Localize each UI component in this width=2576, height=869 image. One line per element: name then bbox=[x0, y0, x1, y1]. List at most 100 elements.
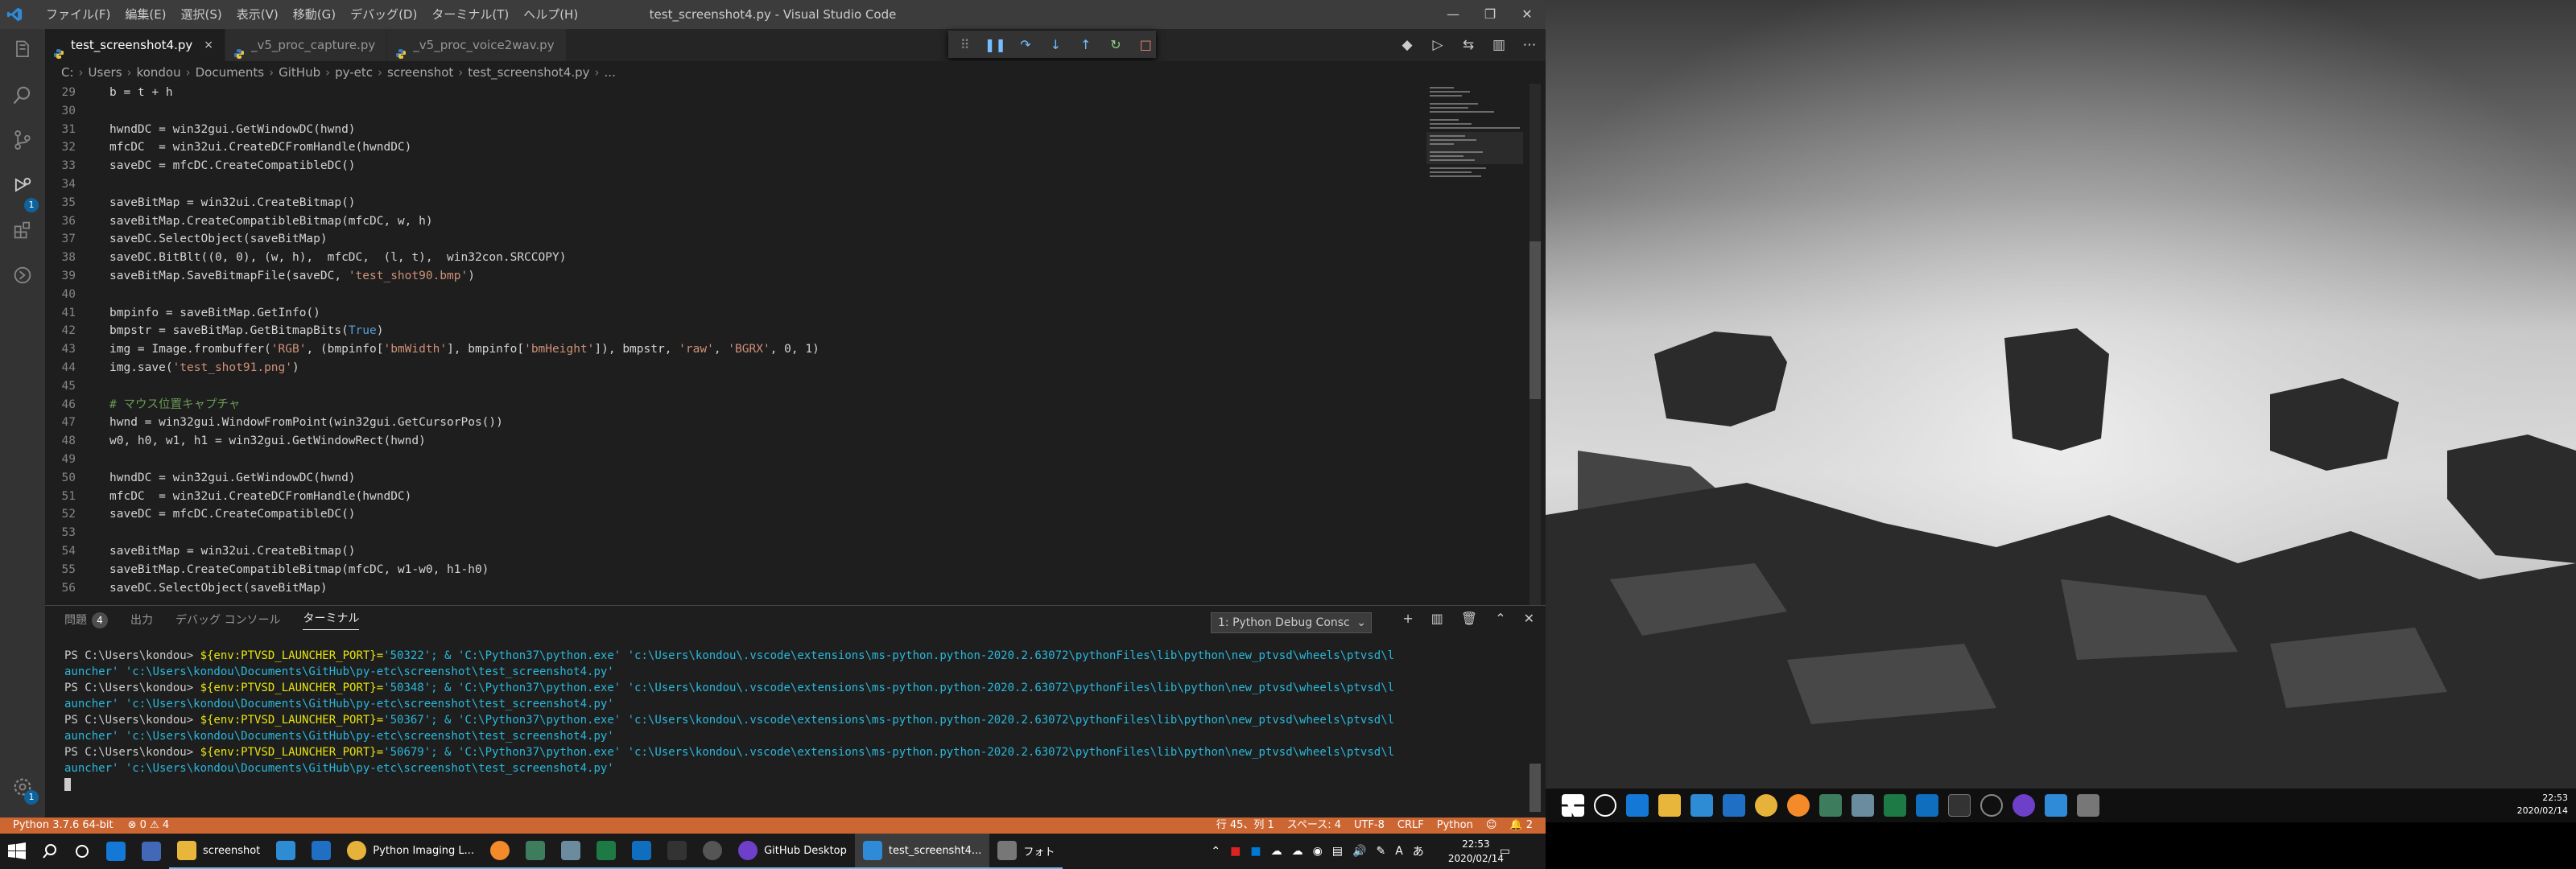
tab-debug-console[interactable]: デバッグ コンソール bbox=[175, 612, 280, 628]
stop-icon[interactable]: □ bbox=[1136, 34, 1156, 55]
cloud-icon[interactable]: ☁ bbox=[1292, 845, 1303, 858]
breadcrumb-item[interactable]: screenshot bbox=[387, 61, 453, 84]
start-button[interactable] bbox=[0, 834, 34, 869]
firefox-icon[interactable] bbox=[1787, 794, 1810, 817]
restart-icon[interactable]: ↻ bbox=[1105, 34, 1125, 55]
extensions-icon[interactable] bbox=[11, 219, 34, 241]
taskbar-clock[interactable]: 22:53 2020/02/14 bbox=[1448, 837, 1504, 866]
taskbar-app-terminal[interactable] bbox=[659, 834, 696, 869]
maximize-panel-icon[interactable]: ⌃ bbox=[1495, 611, 1505, 626]
tray-icon-2[interactable]: ■ bbox=[1250, 845, 1261, 858]
run-icon[interactable]: ▷ bbox=[1430, 37, 1446, 53]
bird-icon[interactable] bbox=[1852, 794, 1874, 817]
close-button[interactable]: ✕ bbox=[1509, 0, 1546, 29]
taskbar-app-edge-beta[interactable] bbox=[303, 834, 340, 869]
breadcrumb-item[interactable]: py-etc bbox=[335, 61, 373, 84]
feedback-icon[interactable]: ☺ bbox=[1486, 818, 1497, 834]
breadcrumb-item[interactable]: ... bbox=[605, 61, 616, 84]
drag-handle-icon[interactable]: ⠿ bbox=[955, 34, 975, 55]
taskbar-app-vscode[interactable]: test_screensht4... bbox=[854, 834, 990, 869]
menu-item-5[interactable]: デバッグ(D) bbox=[343, 0, 424, 29]
problems-indicator[interactable]: ⊗ 0 ⚠ 4 bbox=[128, 818, 170, 834]
puzzle-icon[interactable] bbox=[1819, 794, 1842, 817]
step-over-icon[interactable]: ↷ bbox=[1015, 34, 1035, 55]
tab-terminal[interactable]: ターミナル bbox=[303, 610, 360, 630]
step-out-icon[interactable]: ↑ bbox=[1075, 34, 1096, 55]
editor-scrollbar[interactable] bbox=[1530, 84, 1541, 605]
tab-file-0[interactable]: test_screenshot4.py × bbox=[45, 29, 225, 61]
open-changes-icon[interactable]: ⇆ bbox=[1460, 37, 1476, 53]
photos-icon[interactable] bbox=[2077, 794, 2099, 817]
ime-icon[interactable]: A bbox=[1395, 845, 1403, 858]
circle-icon[interactable] bbox=[1980, 794, 2003, 817]
taskbar-app-outlook[interactable] bbox=[624, 834, 660, 869]
menu-item-7[interactable]: ヘルプ(H) bbox=[516, 0, 585, 29]
indentation[interactable]: スペース: 4 bbox=[1287, 818, 1341, 834]
volume-icon[interactable]: 🔊 bbox=[1352, 845, 1366, 858]
tab-problems[interactable]: 問題 4 bbox=[64, 612, 108, 628]
minimize-button[interactable]: — bbox=[1435, 0, 1472, 29]
taskbar-app-chrome[interactable]: Python Imaging L... bbox=[339, 834, 483, 869]
taskbar-app-edge[interactable] bbox=[268, 834, 304, 869]
cortana-button[interactable] bbox=[66, 834, 98, 869]
breadcrumb-item[interactable]: kondou bbox=[137, 61, 181, 84]
skype-icon[interactable] bbox=[1626, 794, 1649, 817]
skype-button[interactable] bbox=[98, 834, 134, 869]
encoding[interactable]: UTF-8 bbox=[1354, 818, 1385, 834]
explorer-icon[interactable] bbox=[11, 39, 34, 61]
breadcrumb-item[interactable]: Users bbox=[89, 61, 122, 84]
network-icon[interactable]: ▤ bbox=[1332, 845, 1343, 858]
show-hidden-icons[interactable]: ⌃ bbox=[1211, 845, 1220, 858]
notifications[interactable]: 🔔 2 bbox=[1509, 818, 1533, 834]
taskbar-app-photos[interactable]: フォト bbox=[989, 834, 1063, 869]
breadcrumb-item[interactable]: C: bbox=[61, 61, 74, 84]
taskbar-app-firefox[interactable] bbox=[482, 834, 518, 869]
menu-item-3[interactable]: 表示(V) bbox=[229, 0, 286, 29]
trash-icon[interactable]: 🗑 bbox=[1461, 611, 1477, 626]
edge-icon[interactable] bbox=[1690, 794, 1713, 817]
close-tab-icon[interactable]: × bbox=[204, 29, 213, 61]
menu-item-4[interactable]: 移動(G) bbox=[286, 0, 343, 29]
step-into-icon[interactable]: ↓ bbox=[1046, 34, 1066, 55]
folder-icon[interactable] bbox=[1658, 794, 1681, 817]
breadcrumb-item[interactable]: test_screenshot4.py bbox=[468, 61, 589, 84]
compare-icon[interactable]: ◆ bbox=[1399, 37, 1415, 53]
onedrive-icon[interactable]: ☁ bbox=[1271, 845, 1282, 858]
pause-icon[interactable]: ❚❚ bbox=[985, 34, 1006, 55]
menu-item-1[interactable]: 編集(E) bbox=[118, 0, 173, 29]
split-terminal-icon[interactable]: ▥ bbox=[1431, 611, 1443, 626]
tray-icon-3[interactable]: ◉ bbox=[1313, 845, 1323, 858]
tab-output[interactable]: 出力 bbox=[130, 612, 153, 628]
excel-icon[interactable] bbox=[1884, 794, 1906, 817]
code-editor[interactable]: 29 b = t + h 30 31 hwndDC = win32gui.GetWind… bbox=[45, 84, 1526, 605]
cursor-position[interactable]: 行 45、列 1 bbox=[1216, 818, 1274, 834]
taskbar-app-puzzle[interactable] bbox=[518, 834, 554, 869]
terminal-icon[interactable] bbox=[1948, 794, 1971, 817]
debug-icon[interactable] bbox=[11, 174, 34, 196]
chrome-icon[interactable] bbox=[1755, 794, 1777, 817]
taskbar-app-bird[interactable] bbox=[553, 834, 589, 869]
taskbar-app-folder[interactable]: screenshot bbox=[169, 834, 269, 869]
menu-item-0[interactable]: ファイル(F) bbox=[39, 0, 118, 29]
language-mode[interactable]: Python bbox=[1437, 818, 1473, 834]
taskbar-app-excel[interactable] bbox=[588, 834, 625, 869]
secondary-clock[interactable]: 22:53 2020/02/14 bbox=[2517, 792, 2568, 818]
terminal-output[interactable]: PS C:\Users\kondou> ${env:PTVSD_LAUNCHER… bbox=[64, 648, 1530, 793]
split-editor-icon[interactable]: ▥ bbox=[1491, 37, 1507, 53]
search-icon[interactable] bbox=[11, 84, 34, 106]
ime-mode-icon[interactable]: あ bbox=[1413, 843, 1424, 859]
github-desktop-icon[interactable] bbox=[2013, 794, 2035, 817]
taskbar-app-github-desktop[interactable]: GitHub Desktop bbox=[730, 834, 855, 869]
search-icon[interactable] bbox=[1594, 794, 1616, 817]
menu-item-6[interactable]: ターミナル(T) bbox=[424, 0, 516, 29]
minimap[interactable] bbox=[1426, 84, 1523, 212]
breadcrumb-item[interactable]: Documents bbox=[196, 61, 265, 84]
terminal-select[interactable]: 1: Python Debug Consc ⌄ bbox=[1211, 612, 1372, 633]
remote-icon[interactable] bbox=[11, 264, 34, 286]
breadcrumb-item[interactable]: GitHub bbox=[279, 61, 320, 84]
pen-icon[interactable]: ✎ bbox=[1376, 845, 1385, 858]
new-terminal-icon[interactable]: + bbox=[1402, 611, 1413, 626]
tab-file-1[interactable]: _v5_proc_capture.py bbox=[225, 29, 388, 61]
search-button[interactable] bbox=[34, 834, 66, 869]
vscode-icon[interactable] bbox=[2045, 794, 2067, 817]
